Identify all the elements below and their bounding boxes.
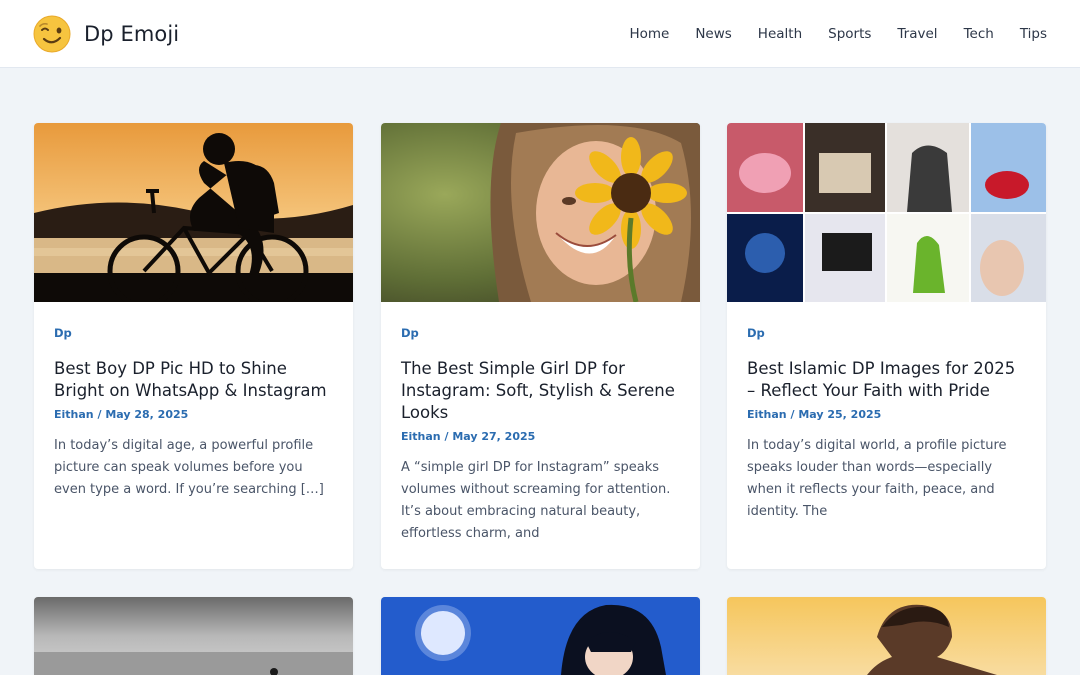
post-date[interactable]: May 25, 2025 xyxy=(798,408,881,421)
islamic-collage-image xyxy=(727,123,1046,302)
post-card xyxy=(34,597,353,675)
nav-travel[interactable]: Travel xyxy=(897,26,937,42)
anime-boy-moon-image xyxy=(381,597,700,675)
girl-sunflower-image xyxy=(381,123,700,302)
post-category[interactable]: Dp xyxy=(401,326,680,342)
post-thumbnail-link[interactable] xyxy=(727,123,1046,302)
post-card xyxy=(381,597,700,675)
post-meta: Eithan / May 27, 2025 xyxy=(401,430,680,443)
post-date[interactable]: May 28, 2025 xyxy=(105,408,188,421)
post-thumbnail-link[interactable] xyxy=(34,123,353,302)
post-meta: Eithan / May 28, 2025 xyxy=(54,408,333,421)
post-meta: Eithan / May 25, 2025 xyxy=(747,408,1026,421)
post-author[interactable]: Eithan xyxy=(747,408,787,421)
winking-emoji-logo-icon xyxy=(33,15,71,53)
post-category[interactable]: Dp xyxy=(747,326,1026,342)
post-excerpt: In today’s digital world, a profile pict… xyxy=(747,435,1026,523)
post-thumbnail-link[interactable] xyxy=(381,123,700,302)
nav-home[interactable]: Home xyxy=(629,26,669,42)
post-card: Dp Best Boy DP Pic HD to Shine Bright on… xyxy=(34,123,353,569)
post-title[interactable]: Best Islamic DP Images for 2025 – Reflec… xyxy=(747,358,1026,402)
post-card: Dp Best Islamic DP Images for 2025 – Ref… xyxy=(727,123,1046,569)
post-category[interactable]: Dp xyxy=(54,326,333,342)
beach-grayscale-image xyxy=(34,597,353,675)
brand-link[interactable]: Dp Emoji xyxy=(33,15,179,53)
post-date[interactable]: May 27, 2025 xyxy=(452,430,535,443)
post-excerpt: A “simple girl DP for Instagram” speaks … xyxy=(401,457,680,545)
post-title[interactable]: Best Boy DP Pic HD to Shine Bright on Wh… xyxy=(54,358,333,402)
post-thumbnail-link[interactable] xyxy=(34,597,353,675)
post-author[interactable]: Eithan xyxy=(401,430,441,443)
post-thumbnail-link[interactable] xyxy=(381,597,700,675)
post-card: Dp The Best Simple Girl DP for Instagram… xyxy=(381,123,700,569)
post-thumbnail-link[interactable] xyxy=(727,597,1046,675)
nav-tech[interactable]: Tech xyxy=(964,26,994,42)
main-nav: Home News Health Sports Travel Tech Tips xyxy=(603,0,1047,68)
post-excerpt: In today’s digital age, a powerful profi… xyxy=(54,435,333,501)
post-card xyxy=(727,597,1046,675)
nav-sports[interactable]: Sports xyxy=(828,26,871,42)
site-header: Dp Emoji Home News Health Sports Travel … xyxy=(0,0,1080,68)
boy-bicycle-sunset-image xyxy=(34,123,353,302)
brand-name: Dp Emoji xyxy=(84,22,179,46)
post-title[interactable]: The Best Simple Girl DP for Instagram: S… xyxy=(401,358,680,424)
nav-health[interactable]: Health xyxy=(758,26,802,42)
nav-tips[interactable]: Tips xyxy=(1020,26,1047,42)
man-sunset-image xyxy=(727,597,1046,675)
nav-news[interactable]: News xyxy=(695,26,731,42)
post-author[interactable]: Eithan xyxy=(54,408,94,421)
